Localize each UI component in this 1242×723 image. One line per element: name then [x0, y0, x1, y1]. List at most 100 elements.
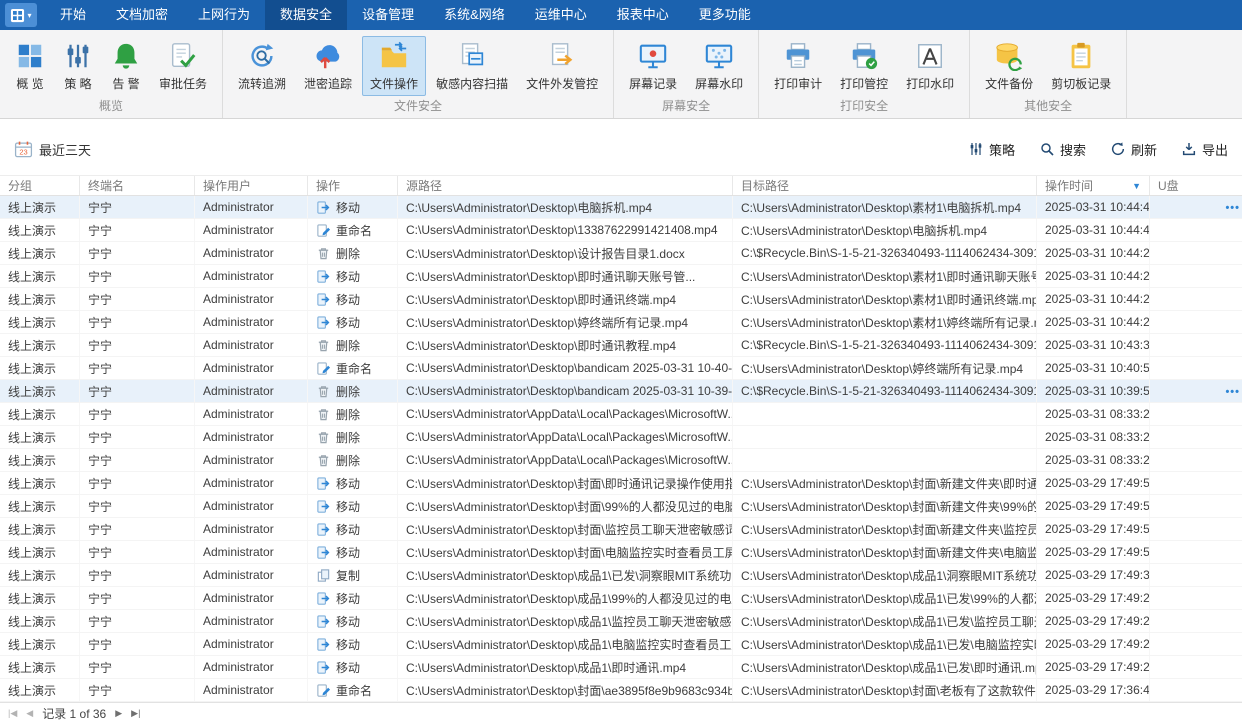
menu-tab-设备管理[interactable]: 设备管理	[347, 0, 429, 30]
operation-label: 删除	[336, 337, 360, 354]
ribbon-button-审批任务[interactable]: 审批任务	[151, 36, 215, 96]
pager-prev-icon[interactable]: ◀	[26, 708, 33, 719]
menu-tab-上网行为[interactable]: 上网行为	[183, 0, 265, 30]
cell-operation: 移动	[308, 472, 398, 494]
pager-next-icon[interactable]: ▶	[115, 708, 122, 719]
column-header-usb[interactable]: U盘	[1150, 176, 1242, 195]
cell-usb	[1150, 472, 1242, 494]
column-header-label: 分组	[8, 177, 32, 194]
operation-label: 移动	[336, 659, 360, 676]
table-row[interactable]: 线上演示宁宁Administrator移动C:\Users\Administra…	[0, 265, 1242, 288]
filter-actions: 策略 搜索 刷新 导出	[968, 140, 1228, 159]
cell-user: Administrator	[195, 656, 308, 678]
table-row[interactable]: 线上演示宁宁Administrator移动C:\Users\Administra…	[0, 288, 1242, 311]
pager-last-icon[interactable]: ▶|	[131, 708, 140, 719]
table-row[interactable]: 线上演示宁宁Administrator删除C:\Users\Administra…	[0, 380, 1242, 403]
toolbar-button-刷新[interactable]: 刷新	[1110, 140, 1157, 159]
menu-tab-数据安全[interactable]: 数据安全	[265, 0, 347, 30]
operation-label: 移动	[336, 613, 360, 630]
column-header-time[interactable]: 操作时间▼	[1037, 176, 1150, 195]
ribbon-button-打印水印[interactable]: 打印水印	[898, 36, 962, 96]
menu-tab-运维中心[interactable]: 运维中心	[520, 0, 602, 30]
ribbon-button-流转追溯[interactable]: 流转追溯	[230, 36, 294, 96]
cell-source-path: C:\Users\Administrator\AppData\Local\Pac…	[398, 403, 733, 425]
cell-source-path: C:\Users\Administrator\Desktop\封面\ae3895…	[398, 679, 733, 701]
table-row[interactable]: 线上演示宁宁Administrator重命名C:\Users\Administr…	[0, 219, 1242, 242]
app-launcher-button[interactable]: ▾	[5, 3, 37, 27]
ribbon-button-泄密追踪[interactable]: 泄密追踪	[296, 36, 360, 96]
filter-dropdown-icon[interactable]: ▼	[1132, 181, 1141, 191]
rename-icon	[316, 223, 331, 238]
column-header-label: U盘	[1158, 177, 1179, 194]
ribbon-button-文件备份[interactable]: 文件备份	[977, 36, 1041, 96]
menu-tab-更多功能[interactable]: 更多功能	[684, 0, 766, 30]
cell-operation-time: 2025-03-29 17:49:55	[1037, 541, 1150, 563]
toolbar-button-策略[interactable]: 策略	[968, 140, 1015, 159]
cell-operation-time: 2025-03-29 17:49:20	[1037, 587, 1150, 609]
column-header-terminal[interactable]: 终端名	[80, 176, 195, 195]
ribbon-button-屏幕记录[interactable]: 屏幕记录	[621, 36, 685, 96]
ribbon-button-打印审计[interactable]: 打印审计	[766, 36, 830, 96]
menu-tab-报表中心[interactable]: 报表中心	[602, 0, 684, 30]
table-row[interactable]: 线上演示宁宁Administrator移动C:\Users\Administra…	[0, 587, 1242, 610]
column-header-group[interactable]: 分组	[0, 176, 80, 195]
menu-tab-文档加密[interactable]: 文档加密	[101, 0, 183, 30]
ribbon-button-文件外发管控[interactable]: 文件外发管控	[518, 36, 606, 96]
ribbon-button-label: 告 警	[112, 75, 139, 92]
table-row[interactable]: 线上演示宁宁Administrator删除C:\Users\Administra…	[0, 403, 1242, 426]
table-row[interactable]: 线上演示宁宁Administrator移动C:\Users\Administra…	[0, 196, 1242, 219]
table-row[interactable]: 线上演示宁宁Administrator重命名C:\Users\Administr…	[0, 357, 1242, 380]
ribbon-button-打印管控[interactable]: 打印管控	[832, 36, 896, 96]
column-header-op[interactable]: 操作	[308, 176, 398, 195]
cell-operation-time: 2025-03-29 17:49:30	[1037, 564, 1150, 586]
ribbon-button-文件操作[interactable]: 文件操作	[362, 36, 426, 96]
cell-terminal: 宁宁	[80, 426, 195, 448]
cell-usb	[1150, 265, 1242, 287]
cell-group: 线上演示	[0, 334, 80, 356]
column-header-src[interactable]: 源路径	[398, 176, 733, 195]
ribbon-button-敏感内容扫描[interactable]: 敏感内容扫描	[428, 36, 516, 96]
table-row[interactable]: 线上演示宁宁Administrator移动C:\Users\Administra…	[0, 656, 1242, 679]
table-row[interactable]: 线上演示宁宁Administrator移动C:\Users\Administra…	[0, 495, 1242, 518]
ribbon-button-策略[interactable]: 策 略	[55, 36, 101, 96]
table-row[interactable]: 线上演示宁宁Administrator移动C:\Users\Administra…	[0, 610, 1242, 633]
ribbon-button-概览[interactable]: 概 览	[7, 36, 53, 96]
cell-target-path	[733, 426, 1037, 448]
table-row[interactable]: 线上演示宁宁Administrator移动C:\Users\Administra…	[0, 633, 1242, 656]
cell-operation-time: 2025-03-29 17:49:58	[1037, 472, 1150, 494]
table-row[interactable]: 线上演示宁宁Administrator重命名C:\Users\Administr…	[0, 679, 1242, 702]
table-row[interactable]: 线上演示宁宁Administrator删除C:\Users\Administra…	[0, 449, 1242, 472]
cell-terminal: 宁宁	[80, 288, 195, 310]
date-range-selector[interactable]: 23 最近三天	[14, 140, 91, 159]
ribbon-button-剪切板记录[interactable]: 剪切板记录	[1043, 36, 1119, 96]
cell-source-path: C:\Users\Administrator\Desktop\成品1\电脑监控实…	[398, 633, 733, 655]
cell-terminal: 宁宁	[80, 495, 195, 517]
table-row[interactable]: 线上演示宁宁Administrator删除C:\Users\Administra…	[0, 426, 1242, 449]
toolbar-button-搜索[interactable]: 搜索	[1039, 140, 1086, 159]
menu-tab-系统&网络[interactable]: 系统&网络	[429, 0, 520, 30]
table-row[interactable]: 线上演示宁宁Administrator移动C:\Users\Administra…	[0, 472, 1242, 495]
ribbon-button-告警[interactable]: 告 警	[103, 36, 149, 96]
menu-tab-开始[interactable]: 开始	[45, 0, 101, 30]
delete-icon	[316, 407, 331, 422]
delete-icon	[316, 384, 331, 399]
table-row[interactable]: 线上演示宁宁Administrator复制C:\Users\Administra…	[0, 564, 1242, 587]
table-row[interactable]: 线上演示宁宁Administrator删除C:\Users\Administra…	[0, 242, 1242, 265]
ribbon-group-items: 文件备份剪切板记录	[970, 30, 1126, 96]
pager-first-icon[interactable]: |◀	[8, 708, 17, 719]
table-row[interactable]: 线上演示宁宁Administrator删除C:\Users\Administra…	[0, 334, 1242, 357]
move-icon	[316, 499, 331, 514]
table-row[interactable]: 线上演示宁宁Administrator移动C:\Users\Administra…	[0, 311, 1242, 334]
ribbon-button-屏幕水印[interactable]: 屏幕水印	[687, 36, 751, 96]
cell-group: 线上演示	[0, 380, 80, 402]
operation-label: 删除	[336, 429, 360, 446]
table-row[interactable]: 线上演示宁宁Administrator移动C:\Users\Administra…	[0, 518, 1242, 541]
toolbar-button-导出[interactable]: 导出	[1181, 140, 1228, 159]
column-header-user[interactable]: 操作用户	[195, 176, 308, 195]
row-actions-menu-icon[interactable]: •••	[1225, 196, 1240, 219]
table-row[interactable]: 线上演示宁宁Administrator移动C:\Users\Administra…	[0, 541, 1242, 564]
operation-label: 移动	[336, 498, 360, 515]
row-actions-menu-icon[interactable]: •••	[1225, 380, 1240, 403]
cell-operation-time: 2025-03-31 08:33:22	[1037, 426, 1150, 448]
column-header-dst[interactable]: 目标路径	[733, 176, 1037, 195]
